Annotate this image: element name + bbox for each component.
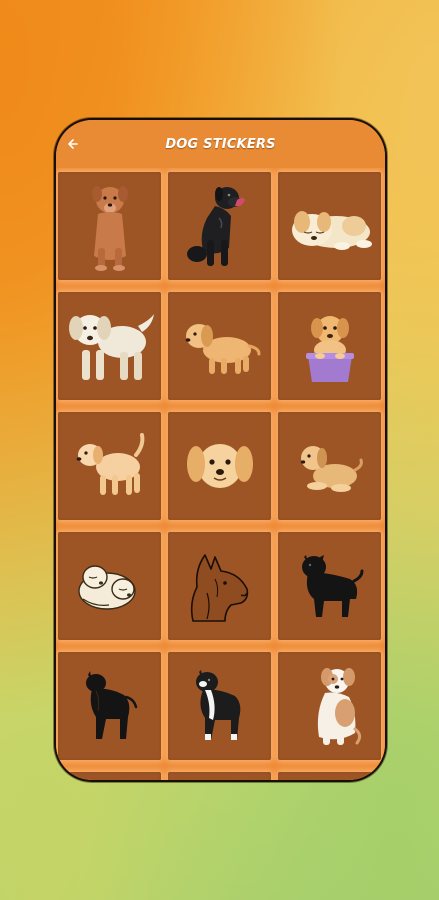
app-screen: DOG STICKERS [56,120,385,780]
sticker-tile-13[interactable] [58,652,161,760]
dog-sticker-icon [195,670,240,740]
app-bar: DOG STICKERS [56,120,385,168]
sticker-tile-15[interactable] [278,652,381,760]
sticker-tile-2[interactable] [168,172,271,280]
sticker-tile-9[interactable] [278,412,381,520]
dog-sticker-icon [91,186,128,271]
dog-sticker-icon [185,324,260,374]
sticker-tile-12[interactable] [278,532,381,640]
dog-sticker-icon [68,314,154,380]
dog-sticker-icon [190,554,248,622]
sticker-tile-10[interactable] [58,532,161,640]
dog-sticker-icon [291,211,372,250]
sticker-tile-18[interactable] [278,772,381,780]
sticker-tile-17[interactable] [168,772,271,780]
sticker-tile-7[interactable] [58,412,161,520]
sticker-grid [56,168,385,780]
sticker-tile-11[interactable] [168,532,271,640]
back-arrow-icon [68,139,78,149]
dog-sticker-icon [76,433,144,495]
sticker-tile-3[interactable] [278,172,381,280]
dog-sticker-icon [186,444,253,488]
phone-frame: DOG STICKERS [54,118,387,782]
sticker-tile-14[interactable] [168,652,271,760]
back-button[interactable] [62,134,82,154]
sticker-tile-6[interactable] [278,292,381,400]
page-title: DOG STICKERS [165,136,276,152]
dog-sticker-icon [305,316,354,382]
sticker-tile-5[interactable] [168,292,271,400]
sticker-tile-16[interactable] [58,772,161,780]
dog-sticker-icon [77,565,136,610]
dog-sticker-icon [186,187,245,266]
dog-sticker-icon [317,668,361,745]
sticker-tile-8[interactable] [168,412,271,520]
dog-sticker-icon [301,555,363,617]
dog-sticker-icon [85,671,137,739]
dog-sticker-icon [300,446,363,492]
sticker-tile-4[interactable] [58,292,161,400]
sticker-tile-1[interactable] [58,172,161,280]
